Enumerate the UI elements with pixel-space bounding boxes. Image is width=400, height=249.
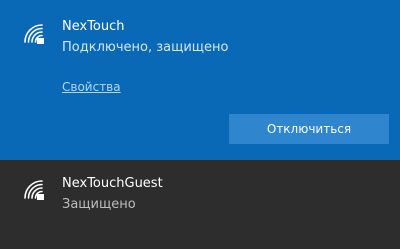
disconnect-button[interactable]: Отключиться — [229, 114, 389, 144]
network-name: NexTouchGuest — [62, 176, 163, 191]
network-list-item[interactable]: NexTouchGuest Защищено — [0, 160, 400, 249]
network-name: NexTouch — [62, 19, 125, 34]
properties-link[interactable]: Свойства — [62, 80, 121, 94]
network-status: Подключено, защищено — [62, 40, 229, 55]
wifi-secured-icon — [24, 180, 44, 200]
connected-network-item[interactable]: NexTouch Подключено, защищено Свойства О… — [0, 0, 400, 160]
network-status: Защищено — [62, 197, 136, 212]
wifi-secured-icon — [24, 24, 44, 44]
